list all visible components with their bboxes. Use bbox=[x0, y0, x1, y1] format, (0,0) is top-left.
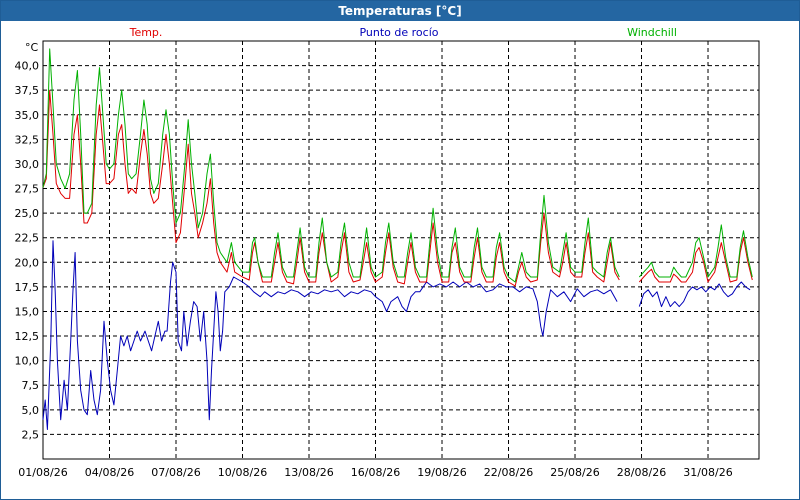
y-tick-label: 37,5 bbox=[15, 84, 40, 97]
x-tick-label: 16/08/26 bbox=[351, 466, 400, 479]
x-tick-label: 10/08/26 bbox=[218, 466, 267, 479]
series-line-1 bbox=[42, 240, 751, 430]
chart-grid bbox=[43, 41, 759, 459]
x-tick-label: 04/08/26 bbox=[85, 466, 134, 479]
series-lines bbox=[42, 48, 753, 430]
legend-item: Punto de rocío bbox=[359, 26, 438, 39]
y-tick-label: 7,5 bbox=[22, 379, 40, 392]
legend-item: Windchill bbox=[627, 26, 677, 39]
window-title: Temperaturas [°C] bbox=[1, 1, 799, 21]
y-tick-label: 27,5 bbox=[15, 183, 40, 196]
legend-item: Temp. bbox=[129, 26, 163, 39]
x-tick-label: 28/08/26 bbox=[617, 466, 666, 479]
y-tick-label: 40,0 bbox=[15, 60, 40, 73]
y-tick-label: 10,0 bbox=[15, 355, 40, 368]
chart-legend: Temp. Punto de rocío Windchill bbox=[129, 26, 677, 39]
x-tick-label: 07/08/26 bbox=[151, 466, 200, 479]
y-tick-label: 5,0 bbox=[22, 404, 40, 417]
x-tick-label: 25/08/26 bbox=[550, 466, 599, 479]
y-tick-label: 30,0 bbox=[15, 158, 40, 171]
plot-frame bbox=[42, 40, 760, 460]
chart-window: Temperaturas [°C] 2,5 5,0 7,5 10,0 12,5 15,0 1… bbox=[0, 0, 800, 500]
y-tick-label: 25,0 bbox=[15, 207, 40, 220]
temperature-chart: 2,5 5,0 7,5 10,0 12,5 15,0 17,5 20,0 22,5 25,0 27,… bbox=[15, 26, 760, 479]
y-tick-label: 32,5 bbox=[15, 133, 40, 146]
y-axis-label: °C bbox=[25, 41, 39, 54]
series-line-2 bbox=[42, 48, 753, 283]
x-tick-label: 31/08/26 bbox=[683, 466, 732, 479]
x-tick-label: 22/08/26 bbox=[484, 466, 533, 479]
y-tick-label: 35,0 bbox=[15, 109, 40, 122]
y-tick-label: 20,0 bbox=[15, 256, 40, 269]
y-tick-label: 15,0 bbox=[15, 305, 40, 318]
x-tick-label: 01/08/26 bbox=[18, 466, 67, 479]
y-tick-label: 17,5 bbox=[15, 281, 40, 294]
x-axis: 01/08/26 04/08/26 07/08/26 10/08/26 13/08/26… bbox=[18, 466, 732, 479]
x-tick-label: 19/08/26 bbox=[417, 466, 466, 479]
y-tick-label: 12,5 bbox=[15, 330, 40, 343]
y-axis: 2,5 5,0 7,5 10,0 12,5 15,0 17,5 20,0 22,5 25,0 27,… bbox=[15, 60, 40, 442]
x-tick-label: 13/08/26 bbox=[284, 466, 333, 479]
y-tick-label: 22,5 bbox=[15, 232, 40, 245]
y-tick-label: 2,5 bbox=[22, 428, 40, 441]
